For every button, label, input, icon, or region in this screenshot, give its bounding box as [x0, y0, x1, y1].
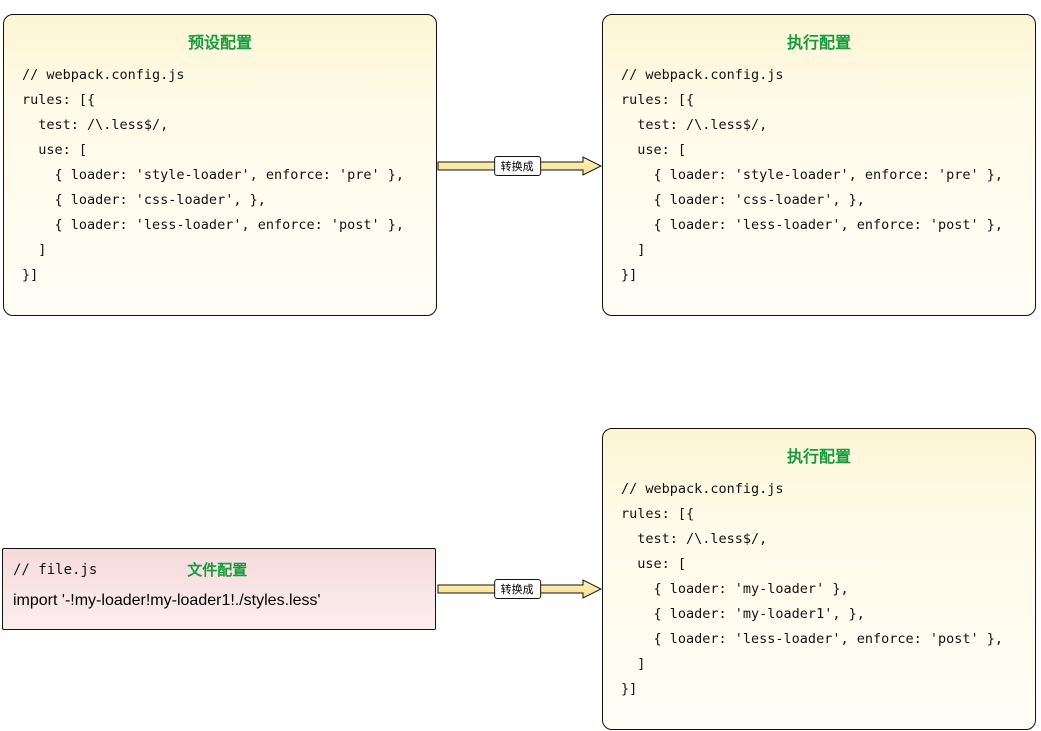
- exec-config-top-code: // webpack.config.js rules: [{ test: /\.…: [603, 63, 1035, 304]
- arrow-top: 转换成: [437, 155, 602, 177]
- exec-config-top-title: 执行配置: [603, 29, 1035, 53]
- exec-config-top-box: 执行配置 // webpack.config.js rules: [{ test…: [602, 14, 1036, 316]
- arrow-bottom: 转换成: [437, 578, 602, 600]
- exec-config-bottom-box: 执行配置 // webpack.config.js rules: [{ test…: [602, 428, 1036, 730]
- file-config-title: 文件配置: [187, 559, 247, 580]
- exec-config-bottom-title: 执行配置: [603, 443, 1035, 467]
- exec-config-bottom-code: // webpack.config.js rules: [{ test: /\.…: [603, 477, 1035, 718]
- file-name-comment: // file.js: [13, 562, 97, 578]
- file-config-code: import '-!my-loader!my-loader1!./styles.…: [3, 584, 435, 622]
- arrow-bottom-label: 转换成: [494, 579, 541, 599]
- preset-config-code: // webpack.config.js rules: [{ test: /\.…: [4, 63, 436, 304]
- preset-config-title: 预设配置: [4, 29, 436, 53]
- arrow-top-label: 转换成: [494, 156, 541, 176]
- preset-config-box: 预设配置 // webpack.config.js rules: [{ test…: [3, 14, 437, 316]
- file-config-box: // file.js 文件配置 import '-!my-loader!my-l…: [2, 548, 436, 630]
- file-config-header: // file.js 文件配置: [3, 549, 435, 584]
